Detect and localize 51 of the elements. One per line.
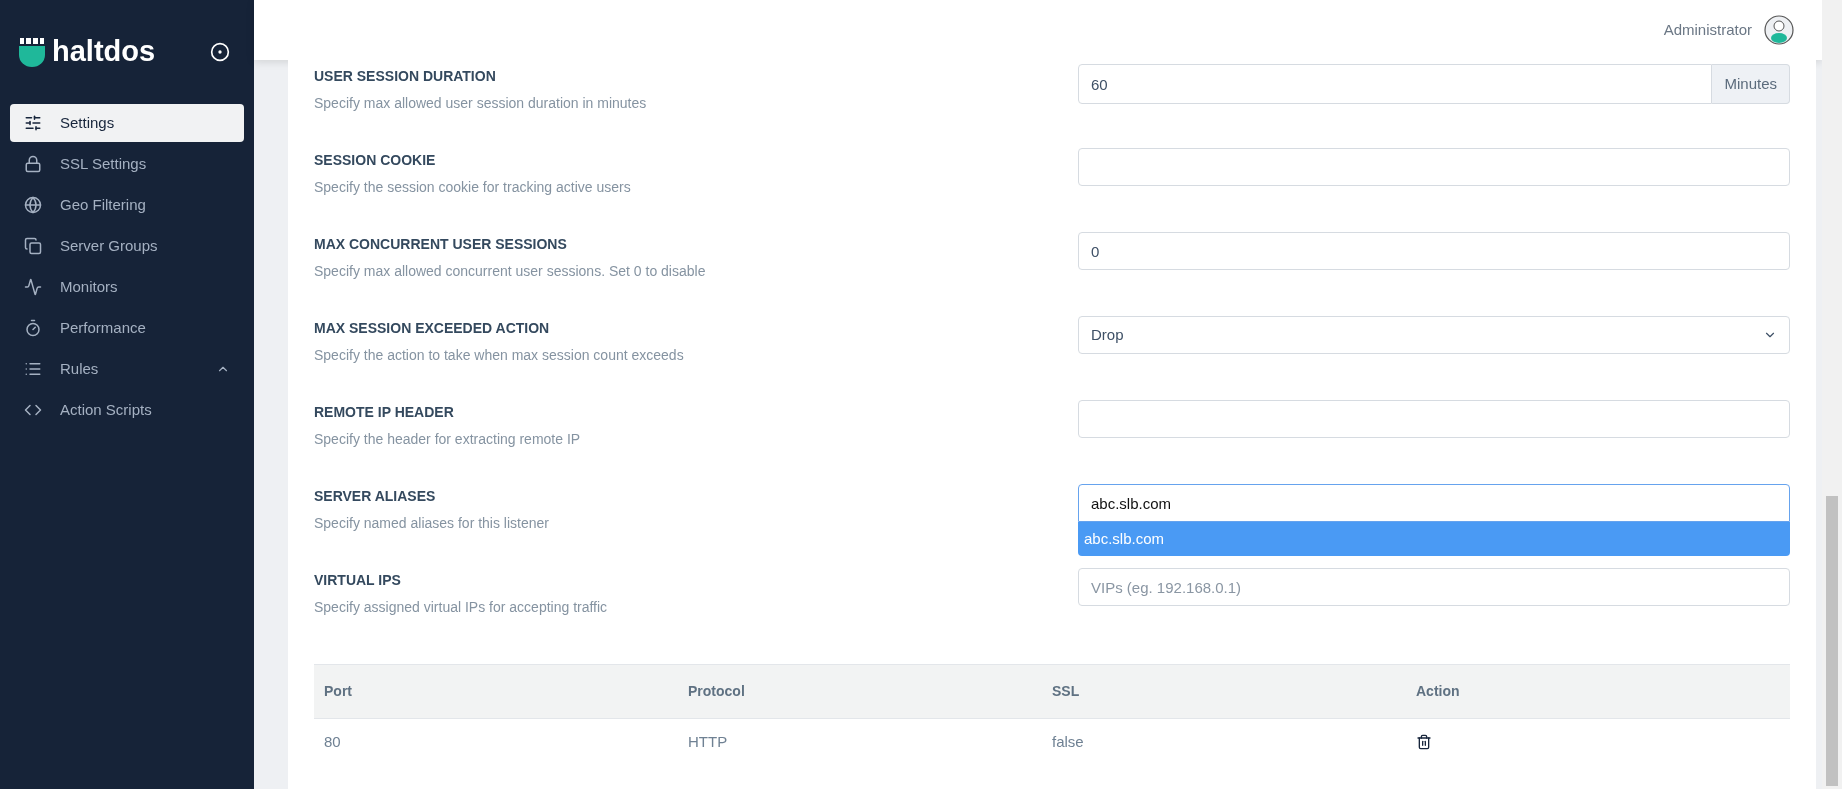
fist-logo-icon (18, 37, 46, 67)
table-cell-text: HTTP (688, 731, 729, 752)
delete-icon[interactable] (1416, 734, 1432, 750)
pulse-icon (24, 278, 42, 296)
setting-title: MAX CONCURRENT USER SESSIONS (314, 235, 568, 254)
text-field[interactable] (1078, 400, 1790, 438)
text-field[interactable]: VIPs (eg. 192.168.0.1) (1078, 568, 1790, 606)
setting-title: REMOTE IP HEADER (314, 403, 455, 422)
setting-description: Specify the header for extracting remote IP (314, 430, 581, 449)
select-field[interactable]: Drop (1078, 316, 1790, 354)
sidebar-item[interactable]: Geo Filtering (10, 186, 244, 224)
column-header: SSL (1052, 682, 1081, 701)
copy-icon (24, 237, 42, 255)
setting-title: VIRTUAL IPS (314, 571, 402, 590)
setting-title: SERVER ALIASES (314, 487, 437, 506)
text-field[interactable] (1078, 148, 1790, 186)
column-header: Protocol (688, 682, 746, 701)
setting-description: Specify max allowed concurrent user sessions. Set 0 to disable (314, 262, 706, 281)
globe-icon (24, 196, 42, 214)
sidebar-item[interactable]: Rules (10, 350, 244, 388)
sidebar-item[interactable]: Server Groups (10, 227, 244, 265)
user-avatar-icon[interactable] (1764, 15, 1794, 45)
table-cell-text: 80 (324, 731, 342, 752)
unit-addon: Minutes (1712, 64, 1790, 104)
target-icon[interactable] (210, 42, 230, 62)
setting-title: MAX SESSION EXCEEDED ACTION (314, 319, 551, 338)
sliders-icon (24, 114, 42, 132)
setting-title: SESSION COOKIE (314, 151, 437, 170)
setting-description: Specify max allowed user session duration in minutes (314, 94, 647, 113)
alias-field[interactable]: abc.slb.com (1078, 484, 1790, 522)
setting-title: USER SESSION DURATION (314, 67, 497, 86)
column-header: Port (324, 682, 353, 701)
sidebar-item[interactable]: Monitors (10, 268, 244, 306)
lock-icon (24, 155, 42, 173)
setting-description: Specify the action to take when max session count exceeds (314, 346, 684, 365)
sidebar-item[interactable]: Performance (10, 309, 244, 347)
sidebar-item[interactable]: Action Scripts (10, 391, 244, 429)
brand-name: haltdos (52, 34, 156, 70)
list-icon (24, 360, 42, 378)
table-cell-text: false (1052, 731, 1085, 752)
sidebar-item[interactable]: SSL Settings (10, 145, 244, 183)
column-header: Action (1416, 682, 1461, 701)
scrollbar-thumb[interactable] (1826, 496, 1838, 786)
stopwatch-icon (24, 319, 42, 337)
duration-field[interactable]: 60 (1078, 64, 1713, 104)
setting-description: Specify the session cookie for tracking active users (314, 178, 631, 197)
setting-description: Specify named aliases for this listener (314, 514, 549, 533)
setting-description: Specify assigned virtual IPs for accepting traffic (314, 598, 608, 617)
sidebar-item[interactable]: Settings (10, 104, 244, 142)
user-name: Administrator (1663, 19, 1752, 40)
text-field[interactable]: 0 (1078, 232, 1790, 270)
